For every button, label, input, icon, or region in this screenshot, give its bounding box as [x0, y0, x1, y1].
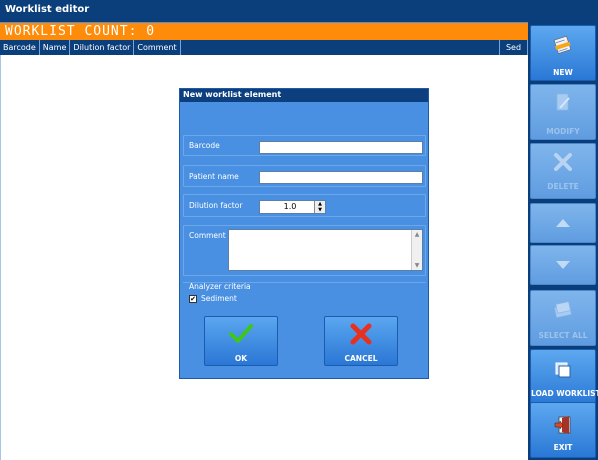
barcode-row: Barcode — [183, 135, 426, 156]
checkmark-icon — [229, 324, 253, 343]
modify-button[interactable]: MODIFY — [530, 84, 596, 140]
arrow-up-icon — [556, 219, 570, 227]
sidebar: NEW MODIFY DELETE SELECT ALL LOAD WORKLI… — [528, 22, 598, 460]
move-down-button[interactable] — [530, 245, 596, 285]
edit-document-icon — [556, 93, 570, 111]
window-title: Worklist editor — [5, 4, 90, 15]
exit-button[interactable]: EXIT — [530, 402, 596, 458]
load-worklist-button-label: LOAD WORKLIST — [531, 389, 598, 398]
dialog-titlebar: New worklist element — [180, 89, 428, 102]
new-button-label: NEW — [553, 68, 573, 77]
exit-button-label: EXIT — [553, 443, 573, 452]
delete-button-label: DELETE — [547, 182, 579, 191]
new-worklist-element-dialog: New worklist element Barcode Patient nam… — [179, 88, 429, 379]
dilution-factor-spinner[interactable]: 1.0 ▲ ▼ — [259, 200, 326, 214]
load-worklist-button[interactable]: LOAD WORKLIST — [530, 349, 598, 405]
analyzer-criteria-title: Analyzer criteria — [189, 282, 251, 291]
barcode-input[interactable] — [259, 141, 423, 154]
worklist-count-label: WORKLIST COUNT: 0 — [5, 24, 156, 39]
select-all-icon — [554, 301, 572, 318]
analyzer-criteria-group: Analyzer criteria ✔ Sediment — [183, 282, 426, 311]
scroll-down-icon[interactable]: ▼ — [412, 262, 422, 269]
column-header-comment[interactable]: Comment — [134, 40, 181, 55]
ok-button[interactable]: OK — [204, 316, 278, 366]
arrow-down-icon — [556, 261, 570, 269]
column-header-dilution-factor[interactable]: Dilution factor — [70, 40, 135, 55]
delete-x-icon — [554, 153, 572, 171]
patient-name-input[interactable] — [259, 171, 423, 184]
sediment-label: Sediment — [201, 294, 237, 303]
cancel-x-icon — [350, 323, 372, 345]
dilution-factor-value[interactable]: 1.0 — [260, 202, 320, 211]
select-all-button-label: SELECT ALL — [538, 331, 588, 340]
sediment-checkbox[interactable]: ✔ — [189, 295, 197, 303]
comment-label: Comment — [189, 231, 226, 240]
column-header-name[interactable]: Name — [40, 40, 71, 55]
modify-button-label: MODIFY — [546, 127, 580, 136]
window-titlebar: Worklist editor — [0, 0, 598, 23]
new-document-icon — [553, 35, 572, 54]
ok-button-label: OK — [234, 354, 248, 363]
column-header-barcode[interactable]: Barcode — [0, 40, 40, 55]
patient-name-label: Patient name — [189, 172, 239, 181]
select-all-button[interactable]: SELECT ALL — [530, 290, 596, 346]
comment-scrollbar[interactable]: ▲ ▼ — [411, 230, 422, 270]
patient-name-row: Patient name — [183, 165, 426, 187]
dilution-factor-row: Dilution factor 1.0 ▲ ▼ — [183, 194, 426, 217]
dialog-title: New worklist element — [183, 90, 282, 99]
new-button[interactable]: NEW — [530, 25, 596, 81]
delete-button[interactable]: DELETE — [530, 143, 596, 199]
cancel-button-label: CANCEL — [344, 354, 378, 363]
exit-door-icon — [554, 416, 571, 434]
column-header-sed[interactable]: Sed — [500, 40, 528, 55]
move-up-button[interactable] — [530, 203, 596, 243]
worklist-count-bar: WORKLIST COUNT: 0 — [0, 23, 528, 40]
table-header: Barcode Name Dilution factor Comment Sed — [0, 40, 528, 55]
dilution-factor-label: Dilution factor — [189, 201, 243, 210]
column-header-spacer — [181, 40, 500, 55]
load-worklist-icon — [555, 362, 571, 378]
cancel-button[interactable]: CANCEL — [324, 316, 398, 366]
comment-row: Comment ▲ ▼ — [183, 225, 426, 276]
barcode-label: Barcode — [189, 141, 220, 150]
spinner-down-icon[interactable]: ▼ — [315, 207, 325, 213]
comment-textarea[interactable]: ▲ ▼ — [228, 229, 423, 271]
spinner-buttons: ▲ ▼ — [314, 201, 325, 213]
scroll-up-icon[interactable]: ▲ — [412, 231, 422, 238]
